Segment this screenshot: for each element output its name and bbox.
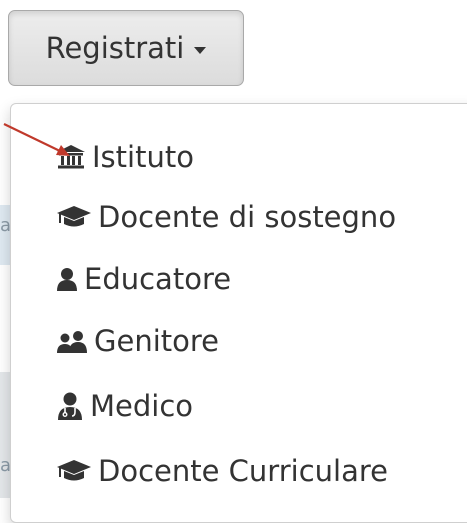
graduation-cap-icon <box>56 204 92 230</box>
menu-item-docente-curriculare[interactable]: Docente Curriculare <box>56 446 388 496</box>
caret-down-icon <box>194 46 207 54</box>
menu-item-medico[interactable]: Medico <box>56 381 193 431</box>
menu-item-label: Medico <box>90 389 194 423</box>
menu-item-label: Istituto <box>92 140 194 174</box>
menu-item-genitore[interactable]: Genitore <box>56 316 219 366</box>
menu-item-label: Genitore <box>94 324 219 358</box>
registrati-dropdown-button[interactable]: Registrati <box>8 10 244 86</box>
graduation-cap-icon <box>56 458 92 484</box>
registrati-button-label: Registrati <box>45 31 185 65</box>
institution-icon <box>56 144 86 170</box>
background-panel-fragment <box>0 372 10 498</box>
menu-item-label: Educatore <box>84 262 232 296</box>
menu-item-istituto[interactable]: Istituto <box>56 132 194 182</box>
menu-item-docente-di-sostegno[interactable]: Docente di sostegno <box>56 192 396 242</box>
menu-item-educatore[interactable]: Educatore <box>56 254 231 304</box>
registrati-dropdown-menu: Istituto Docente di sostegno Educatore G… <box>10 103 467 523</box>
menu-item-label: Docente Curriculare <box>98 454 388 488</box>
users-icon <box>56 328 88 354</box>
user-icon <box>56 266 78 292</box>
user-md-icon <box>56 391 84 421</box>
menu-item-label: Docente di sostegno <box>98 200 397 234</box>
